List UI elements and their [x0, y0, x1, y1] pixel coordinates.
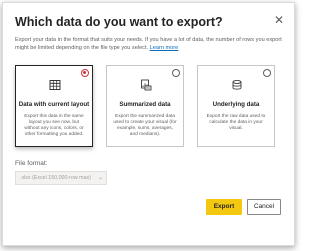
option-radio[interactable]: [263, 69, 271, 77]
learn-more-link[interactable]: Learn more: [150, 45, 179, 51]
summarized-data-icon: [141, 79, 152, 91]
table-icon: [49, 80, 61, 90]
cancel-button[interactable]: Cancel: [247, 199, 281, 215]
close-icon[interactable]: ✕: [274, 14, 284, 26]
option-description: Export this data in the same layout you …: [24, 114, 84, 137]
dialog-title: Which data do you want to export?: [15, 15, 223, 29]
dialog-description: Export your data in the format that suit…: [15, 36, 283, 52]
option-underlying-data[interactable]: Underlying data Export the raw data used…: [197, 65, 275, 147]
export-dialog: Which data do you want to export? ✕ Expo…: [2, 2, 295, 246]
chevron-down-icon: ⌄: [97, 175, 103, 181]
option-title: Summarized data: [119, 101, 171, 108]
option-title: Underlying data: [212, 101, 260, 108]
option-summarized-data[interactable]: Summarized data Export the summarized da…: [106, 65, 184, 147]
option-description: Export the summarized data used to creat…: [113, 114, 177, 137]
file-format-value: .xlsx (Excel 150,000-row max): [20, 175, 91, 181]
description-text: Export your data in the format that suit…: [15, 37, 282, 51]
option-radio[interactable]: [172, 69, 180, 77]
option-data-with-current-layout[interactable]: Data with current layout Export this dat…: [15, 65, 93, 147]
file-format-label: File format:: [15, 160, 48, 167]
underlying-data-icon: [232, 80, 242, 90]
file-format-select[interactable]: .xlsx (Excel 150,000-row max) ⌄: [15, 171, 107, 185]
option-title: Data with current layout: [18, 101, 90, 108]
export-button[interactable]: Export: [206, 199, 242, 215]
option-radio-selected[interactable]: [81, 69, 89, 77]
option-description: Export the raw data used to calculate th…: [206, 114, 266, 131]
